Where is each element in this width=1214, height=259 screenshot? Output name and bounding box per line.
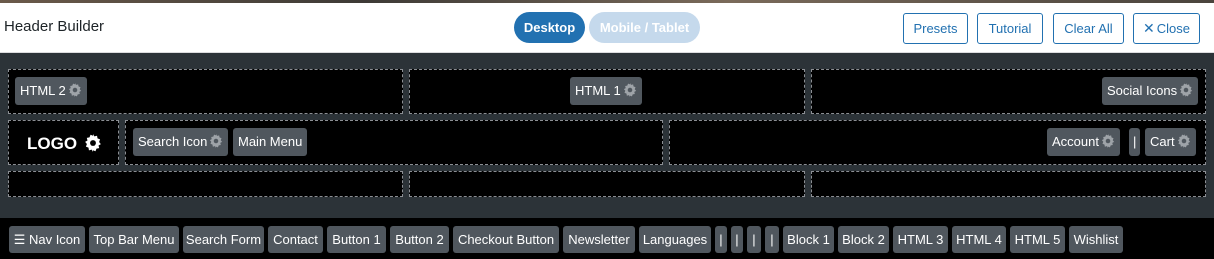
element-label: HTML 1 — [575, 83, 621, 98]
tray-item-html-4[interactable]: HTML 4 — [952, 226, 1006, 253]
tray-item-nav-icon[interactable]: ☰ Nav Icon — [9, 226, 85, 253]
close-button[interactable]: ✕ Close — [1133, 13, 1200, 44]
gear-icon[interactable] — [1179, 83, 1193, 97]
element-label: Account — [1052, 134, 1099, 149]
tray-item-block-1[interactable]: Block 1 — [783, 226, 834, 253]
tray-item-divider-4[interactable]: | — [765, 226, 779, 253]
close-button-label: Close — [1156, 21, 1190, 36]
builder-toolbar: Header Builder Desktop Mobile / Tablet P… — [0, 3, 1214, 53]
gear-icon[interactable] — [84, 134, 102, 152]
tray-item-divider-2[interactable]: | — [731, 226, 743, 253]
available-elements-tray: ☰ Nav Icon Top Bar Menu Search Form Cont… — [0, 218, 1214, 259]
gear-icon[interactable] — [68, 83, 82, 97]
element-search-icon[interactable]: Search Icon — [133, 128, 229, 156]
tray-item-search-form[interactable]: Search Form — [183, 226, 264, 253]
gear-icon[interactable] — [1177, 134, 1191, 148]
tray-item-button-1[interactable]: Button 1 — [327, 226, 386, 253]
tray-item-wishlist[interactable]: Wishlist — [1069, 226, 1123, 253]
logo-element[interactable]: LOGO — [27, 134, 102, 154]
element-cart[interactable]: Cart — [1145, 128, 1196, 156]
tab-mobile-tablet[interactable]: Mobile / Tablet — [589, 12, 700, 43]
tray-item-newsletter[interactable]: Newsletter — [563, 226, 635, 253]
main-row-right-cell[interactable]: Account | Cart — [669, 120, 1206, 165]
element-label: Social Icons — [1107, 83, 1178, 98]
presets-button[interactable]: Presets — [903, 13, 968, 44]
tutorial-button[interactable]: Tutorial — [977, 13, 1043, 44]
main-row-left-cell[interactable]: Search Icon Main Menu — [125, 120, 663, 165]
top-row-left-cell[interactable]: HTML 2 — [8, 69, 403, 114]
tray-item-contact[interactable]: Contact — [268, 226, 323, 253]
element-label: Cart — [1150, 134, 1175, 149]
tray-item-top-bar-menu[interactable]: Top Bar Menu — [89, 226, 179, 253]
top-row-center-cell[interactable]: HTML 1 — [409, 69, 805, 114]
bottom-row-right-cell[interactable] — [811, 171, 1206, 197]
gear-icon[interactable] — [623, 83, 637, 97]
tray-item-checkout-button[interactable]: Checkout Button — [453, 226, 559, 253]
logo-cell[interactable]: LOGO — [8, 120, 119, 165]
element-main-menu[interactable]: Main Menu — [233, 128, 308, 156]
top-row-right-cell[interactable]: Social Icons — [811, 69, 1206, 114]
clear-all-button[interactable]: Clear All — [1053, 13, 1124, 44]
tray-item-divider-1[interactable]: | — [715, 226, 727, 253]
page-title: Header Builder — [4, 18, 105, 35]
tray-item-divider-3[interactable]: | — [747, 226, 761, 253]
tab-desktop[interactable]: Desktop — [514, 12, 585, 43]
tray-item-html-3[interactable]: HTML 3 — [893, 226, 948, 253]
tray-item-html-5[interactable]: HTML 5 — [1010, 226, 1065, 253]
builder-area: HTML 2 HTML 1 Social Icons LOGO Search I… — [0, 53, 1214, 218]
element-html-2[interactable]: HTML 2 — [15, 77, 87, 105]
gear-icon[interactable] — [209, 134, 223, 148]
bottom-row-center-cell[interactable] — [409, 171, 805, 197]
element-account[interactable]: Account — [1047, 128, 1120, 156]
element-label: HTML 2 — [20, 83, 66, 98]
tray-item-button-2[interactable]: Button 2 — [390, 226, 449, 253]
tray-item-languages[interactable]: Languages — [639, 226, 711, 253]
element-social-icons[interactable]: Social Icons — [1102, 77, 1199, 105]
logo-label: LOGO — [27, 134, 78, 153]
gear-icon[interactable] — [1101, 134, 1115, 148]
element-divider[interactable]: | — [1129, 128, 1141, 156]
element-html-1[interactable]: HTML 1 — [570, 77, 642, 105]
tray-item-block-2[interactable]: Block 2 — [838, 226, 889, 253]
element-label: Search Icon — [138, 134, 208, 149]
bottom-row-left-cell[interactable] — [8, 171, 403, 197]
close-icon: ✕ — [1143, 20, 1155, 36]
